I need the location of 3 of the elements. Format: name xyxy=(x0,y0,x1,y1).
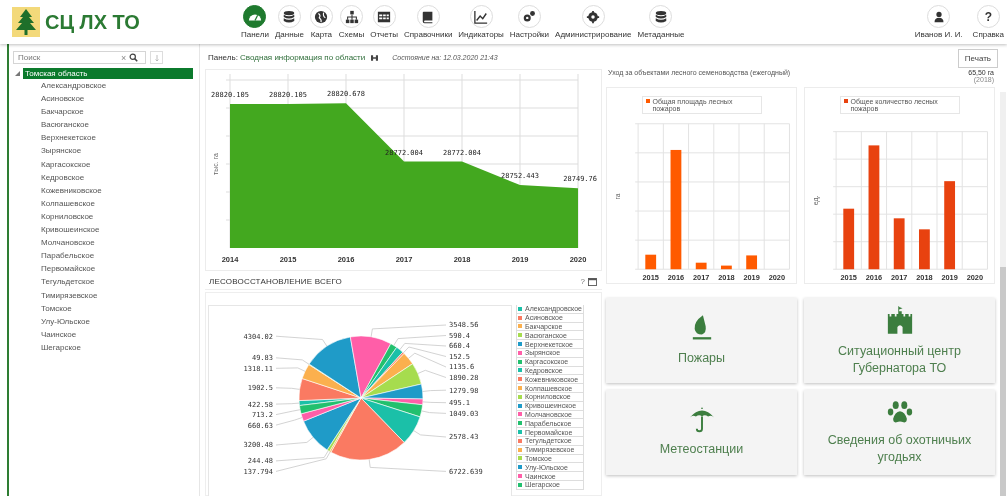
app-title: СЦ ЛХ ТО xyxy=(45,10,140,34)
panel-title: Панель: Сводная информация по области xyxy=(208,53,366,62)
section-title: ЛЕСОВОССТАНОВЛЕНИЕ ВСЕГО xyxy=(209,277,342,286)
